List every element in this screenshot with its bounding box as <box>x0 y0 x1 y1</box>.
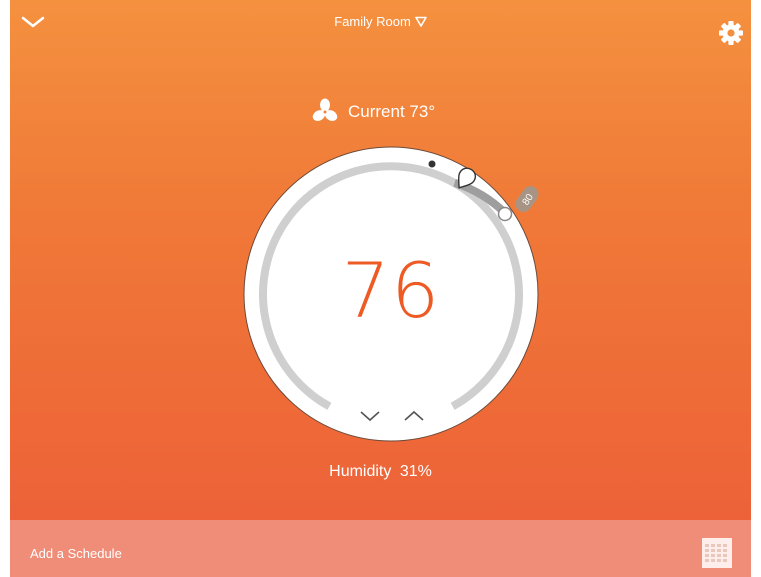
current-temperature-marker <box>428 160 436 168</box>
upper-limit-handle[interactable]: 80 <box>512 183 539 215</box>
settings-button[interactable] <box>718 20 744 46</box>
chevron-down-icon <box>360 411 380 422</box>
fan-icon <box>312 98 338 121</box>
calendar-button[interactable] <box>702 538 732 568</box>
lower-limit-handle[interactable] <box>497 206 513 222</box>
setpoint-display: 76 <box>341 246 441 335</box>
room-selector[interactable]: Family Room <box>10 14 751 29</box>
decrease-temperature-button[interactable] <box>358 408 382 424</box>
current-temperature-label: Current 73° <box>348 102 436 121</box>
gear-icon <box>719 21 743 45</box>
calendar-icon <box>702 538 732 568</box>
current-temperature: Current 73° <box>310 97 435 127</box>
triangle-down-icon <box>414 16 427 27</box>
chevron-up-icon <box>404 410 424 421</box>
thermostat-screen: Family Room Current 73° 80 76 Add a Sche… <box>10 0 751 577</box>
humidity-value: 31% <box>399 463 432 480</box>
increase-temperature-button[interactable] <box>402 408 426 424</box>
top-bar: Family Room <box>10 0 751 50</box>
bottom-bar: Add a Schedule <box>10 520 751 577</box>
humidity-readout: Humidity 31% <box>0 463 761 481</box>
room-name: Family Room <box>334 14 411 29</box>
humidity-label: Humidity <box>329 463 392 480</box>
add-schedule-link[interactable]: Add a Schedule <box>30 546 122 561</box>
